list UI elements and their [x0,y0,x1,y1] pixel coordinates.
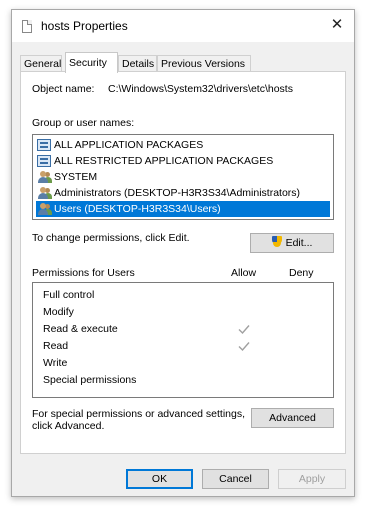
list-item[interactable]: SYSTEM [36,169,330,185]
permission-row: Read [43,338,333,354]
group-or-user-names-label: Group or user names: [32,117,135,129]
cancel-button[interactable]: Cancel [202,469,269,489]
list-item[interactable]: ALL APPLICATION PACKAGES [36,137,330,153]
advanced-button[interactable]: Advanced [251,408,334,428]
users-icon [37,203,52,215]
users-icon [37,187,52,199]
file-icon [22,20,32,33]
permissions-header: Permissions for Users [32,267,135,279]
list-item[interactable]: Administrators (DESKTOP-H3R3S34\Administ… [36,185,330,201]
tab-previous-versions[interactable]: Previous Versions [157,55,251,72]
uac-shield-icon [271,236,283,248]
list-item[interactable]: ALL RESTRICTED APPLICATION PACKAGES [36,153,330,169]
permission-row: Special permissions [43,374,137,386]
tab-security[interactable]: Security [65,52,118,73]
permission-row: Read & execute [43,321,333,337]
group-user-listbox[interactable]: ALL APPLICATION PACKAGES ALL RESTRICTED … [32,134,334,220]
change-permissions-text: To change permissions, click Edit. [32,232,190,244]
window-title: hosts Properties [41,19,128,33]
permissions-list: Full control Modify Read & execute Read … [32,282,334,398]
permission-row: Full control [43,289,95,301]
advanced-text-line1: For special permissions or advanced sett… [32,408,246,420]
tab-details[interactable]: Details [118,55,157,72]
permission-row: Write [43,357,68,369]
tab-general[interactable]: General [20,55,62,72]
package-icon [37,155,51,167]
permission-row: Modify [43,306,74,318]
ok-button[interactable]: OK [126,469,193,489]
close-button[interactable]: ✕ [320,10,354,42]
allow-checkmark-icon [237,339,251,353]
edit-button[interactable]: Edit... [250,233,334,253]
list-item-selected[interactable]: Users (DESKTOP-H3R3S34\Users) [36,201,330,217]
object-name-label: Object name: [32,83,95,95]
object-name-value: C:\Windows\System32\drivers\etc\hosts [108,83,293,95]
allow-checkmark-icon [237,322,251,336]
advanced-text-line2: click Advanced. [32,420,105,432]
security-panel: Object name: C:\Windows\System32\drivers… [20,71,346,454]
apply-button[interactable]: Apply [278,469,346,489]
title-bar: hosts Properties ✕ [12,10,354,42]
deny-column-header: Deny [289,267,314,279]
allow-column-header: Allow [231,267,257,279]
properties-dialog: hosts Properties ✕ General Security Deta… [11,9,355,497]
package-icon [37,139,51,151]
users-icon [37,171,52,183]
